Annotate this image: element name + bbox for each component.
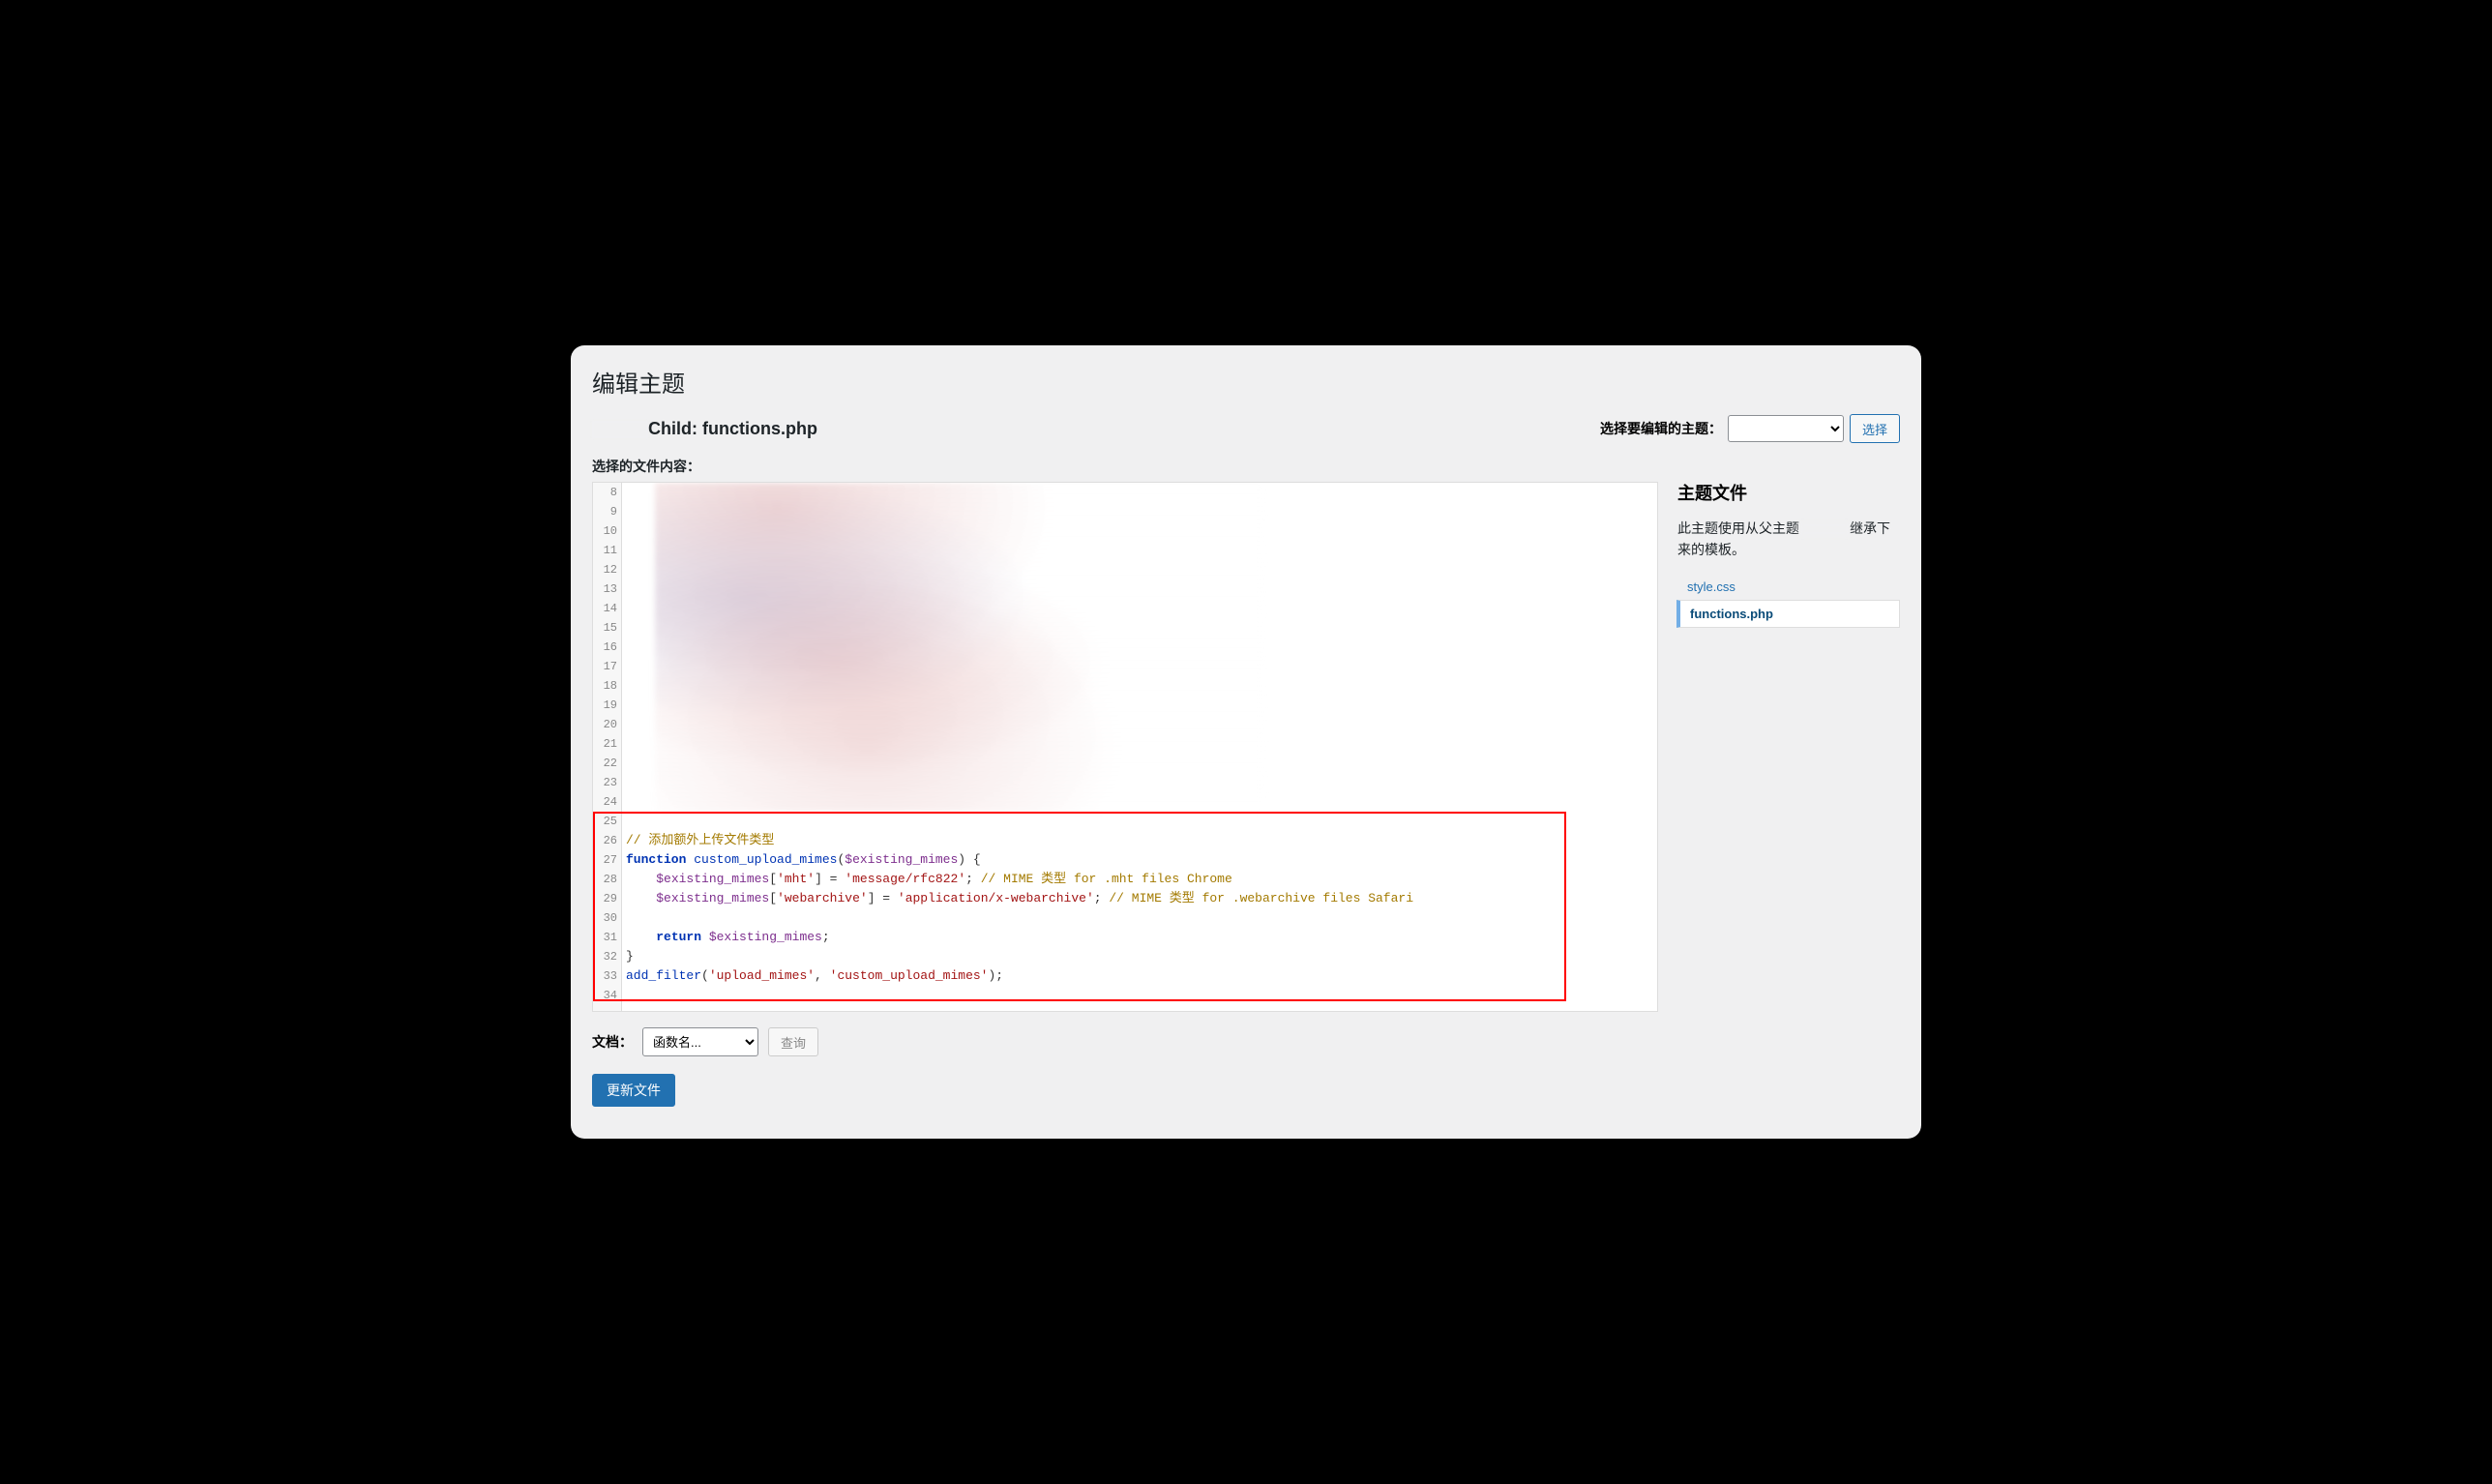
code-token: custom_upload_mimes bbox=[694, 852, 837, 867]
line-number: 9 bbox=[593, 502, 621, 521]
line-number: 13 bbox=[593, 579, 621, 599]
redacted-theme-name bbox=[592, 421, 648, 438]
line-number: 22 bbox=[593, 754, 621, 773]
code-token bbox=[626, 872, 656, 886]
main-row: 8910111213141516171819202122232425262728… bbox=[592, 482, 1900, 1107]
documentation-lookup: 文档： 函数名... 查询 bbox=[592, 1027, 1658, 1056]
code-token: // 添加额外上传文件类型 bbox=[626, 833, 774, 847]
sidebar-note-prefix: 此主题使用从父主题 bbox=[1677, 520, 1799, 536]
code-token: 'application/x-webarchive' bbox=[898, 891, 1094, 905]
code-line[interactable]: add_filter('upload_mimes', 'custom_uploa… bbox=[626, 966, 1003, 986]
line-number: 21 bbox=[593, 734, 621, 754]
code-token: 'custom_upload_mimes' bbox=[830, 968, 989, 983]
code-token: ; bbox=[1094, 891, 1110, 905]
code-line[interactable]: $existing_mimes['webarchive'] = 'applica… bbox=[626, 889, 1413, 908]
code-token: ] = bbox=[868, 891, 898, 905]
line-number: 15 bbox=[593, 618, 621, 638]
line-number: 33 bbox=[593, 966, 621, 986]
code-token: ] = bbox=[815, 872, 845, 886]
code-token: ) { bbox=[958, 852, 980, 867]
line-number: 18 bbox=[593, 676, 621, 696]
code-token: // MIME 类型 for .webarchive files Safari bbox=[1109, 891, 1413, 905]
code-token: 'upload_mimes' bbox=[709, 968, 815, 983]
code-token: 'webarchive' bbox=[777, 891, 868, 905]
code-token: function bbox=[626, 852, 694, 867]
line-number-gutter: 8910111213141516171819202122232425262728… bbox=[593, 483, 622, 1011]
code-token: } bbox=[626, 949, 634, 964]
code-token: ); bbox=[988, 968, 1003, 983]
sidebar-title: 主题文件 bbox=[1677, 480, 1900, 505]
line-number: 34 bbox=[593, 986, 621, 1005]
editor-column: 8910111213141516171819202122232425262728… bbox=[592, 482, 1658, 1107]
code-line[interactable]: return $existing_mimes; bbox=[626, 928, 830, 947]
sidebar-note: 此主题使用从父主题继承下来的模板。 bbox=[1677, 519, 1900, 560]
code-token: return bbox=[656, 930, 709, 944]
code-token: $existing_mimes bbox=[656, 891, 769, 905]
code-token: [ bbox=[769, 872, 777, 886]
line-number: 19 bbox=[593, 696, 621, 715]
code-token: $existing_mimes bbox=[709, 930, 822, 944]
redacted-code-block bbox=[655, 483, 1264, 812]
theme-editor-window: 编辑主题 Child: functions.php 选择要编辑的主题： 选择 选… bbox=[571, 345, 1921, 1139]
line-number: 25 bbox=[593, 812, 621, 831]
code-token bbox=[626, 891, 656, 905]
code-line[interactable]: } bbox=[626, 947, 634, 966]
code-token: // MIME 类型 for .mht files Chrome bbox=[981, 872, 1232, 886]
line-number: 31 bbox=[593, 928, 621, 947]
line-number: 12 bbox=[593, 560, 621, 579]
line-number: 32 bbox=[593, 947, 621, 966]
code-token: $existing_mimes bbox=[845, 852, 958, 867]
theme-file-link[interactable]: functions.php bbox=[1676, 600, 1900, 628]
code-line[interactable]: function custom_upload_mimes($existing_m… bbox=[626, 850, 981, 870]
code-token bbox=[626, 930, 656, 944]
code-token: ; bbox=[965, 872, 981, 886]
lookup-button[interactable]: 查询 bbox=[768, 1027, 818, 1056]
code-token: [ bbox=[769, 891, 777, 905]
line-number: 27 bbox=[593, 850, 621, 870]
code-token: , bbox=[815, 968, 830, 983]
code-token: add_filter bbox=[626, 968, 701, 983]
line-number: 20 bbox=[593, 715, 621, 734]
function-name-select[interactable]: 函数名... bbox=[642, 1027, 758, 1056]
current-file-heading: Child: functions.php bbox=[592, 419, 817, 439]
code-token: 'mht' bbox=[777, 872, 815, 886]
update-file-button[interactable]: 更新文件 bbox=[592, 1074, 675, 1107]
code-line[interactable]: $existing_mimes['mht'] = 'message/rfc822… bbox=[626, 870, 1232, 889]
line-number: 29 bbox=[593, 889, 621, 908]
line-number: 11 bbox=[593, 541, 621, 560]
lookup-label: 文档： bbox=[592, 1032, 633, 1052]
line-number: 16 bbox=[593, 638, 621, 657]
line-number: 8 bbox=[593, 483, 621, 502]
code-token: ; bbox=[822, 930, 830, 944]
theme-select-button[interactable]: 选择 bbox=[1850, 414, 1900, 443]
line-number: 26 bbox=[593, 831, 621, 850]
line-number: 30 bbox=[593, 908, 621, 928]
line-number: 24 bbox=[593, 792, 621, 812]
line-number: 28 bbox=[593, 870, 621, 889]
code-token: ( bbox=[701, 968, 709, 983]
theme-file-list: style.cssfunctions.php bbox=[1677, 574, 1900, 628]
line-number: 14 bbox=[593, 599, 621, 618]
theme-file-link[interactable]: style.css bbox=[1677, 574, 1900, 600]
code-token: 'message/rfc822' bbox=[845, 872, 965, 886]
page-title: 编辑主题 bbox=[592, 365, 1900, 399]
line-number: 23 bbox=[593, 773, 621, 792]
content-label: 选择的文件内容： bbox=[592, 457, 1900, 476]
redacted-parent-theme bbox=[1799, 522, 1850, 536]
line-number: 10 bbox=[593, 521, 621, 541]
code-area[interactable]: // 添加额外上传文件类型 function custom_upload_mime… bbox=[622, 483, 1657, 1011]
theme-select-label: 选择要编辑的主题： bbox=[1600, 419, 1722, 438]
sidebar: 主题文件 此主题使用从父主题继承下来的模板。 style.cssfunction… bbox=[1677, 482, 1900, 1107]
file-heading-text: Child: functions.php bbox=[648, 419, 817, 438]
code-editor[interactable]: 8910111213141516171819202122232425262728… bbox=[592, 482, 1658, 1012]
code-line[interactable]: // 添加额外上传文件类型 bbox=[626, 831, 774, 850]
subheader-row: Child: functions.php 选择要编辑的主题： 选择 bbox=[592, 414, 1900, 443]
theme-select-dropdown[interactable] bbox=[1728, 415, 1844, 442]
code-token: $existing_mimes bbox=[656, 872, 769, 886]
theme-selector: 选择要编辑的主题： 选择 bbox=[1600, 414, 1900, 443]
line-number: 17 bbox=[593, 657, 621, 676]
